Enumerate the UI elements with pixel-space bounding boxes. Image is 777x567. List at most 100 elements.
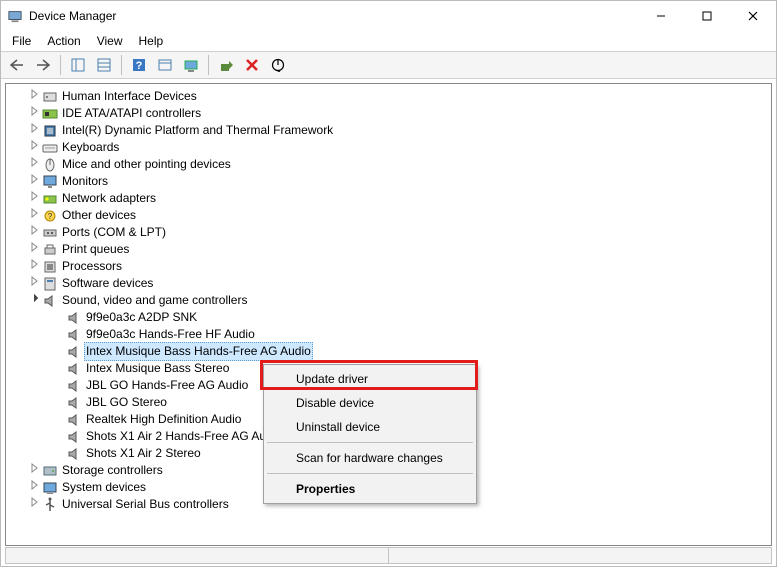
expand-icon[interactable] [26,496,42,513]
tree-device[interactable]: Intex Musique Bass Hands-Free AG Audio [10,343,771,360]
tree-item-label: Universal Serial Bus controllers [60,496,231,513]
menu-view[interactable]: View [90,33,130,49]
network-icon [42,191,58,207]
scan-hardware-button[interactable] [179,54,203,76]
expand-icon[interactable] [26,88,42,105]
tree-category[interactable]: Processors [10,258,771,275]
forward-button[interactable] [31,54,55,76]
speaker-icon [66,395,82,411]
tree-item-label: Shots X1 Air 2 Hands-Free AG Audio [84,428,284,445]
tree-item-label: Software devices [60,275,155,292]
cpu-icon [42,259,58,275]
toolbar-separator [208,55,209,75]
tree-item-label: 9f9e0a3c A2DP SNK [84,309,199,326]
expand-icon[interactable] [26,190,42,207]
printer-icon [42,242,58,258]
speaker-icon [66,344,82,360]
menu-action[interactable]: Action [40,33,87,49]
update-driver-toolbar-button[interactable] [214,54,238,76]
show-hide-console-tree-button[interactable] [66,54,90,76]
context-menu: Update driver Disable device Uninstall d… [263,364,477,504]
tree-item-label: Intex Musique Bass Stereo [84,360,231,377]
collapse-icon[interactable] [26,292,42,309]
tree-item-label: System devices [60,479,148,496]
usb-icon [42,497,58,513]
tree-item-label: Keyboards [60,139,121,156]
port-icon [42,225,58,241]
menu-file[interactable]: File [5,33,38,49]
tree-item-label: Monitors [60,173,110,190]
mouse-icon [42,157,58,173]
menu-help[interactable]: Help [132,33,171,49]
tree-item-label: Ports (COM & LPT) [60,224,168,241]
tree-category[interactable]: Ports (COM & LPT) [10,224,771,241]
uninstall-device-toolbar-button[interactable] [240,54,264,76]
expand-icon[interactable] [26,479,42,496]
speaker-icon [42,293,58,309]
expand-icon[interactable] [26,241,42,258]
maximize-button[interactable] [684,1,730,31]
ctx-separator [267,442,473,443]
expand-icon[interactable] [26,207,42,224]
svg-text:?: ? [48,212,53,221]
tree-category[interactable]: IDE ATA/ATAPI controllers [10,105,771,122]
tree-category[interactable]: Network adapters [10,190,771,207]
speaker-icon [66,412,82,428]
expand-icon[interactable] [26,122,42,139]
expand-icon[interactable] [26,139,42,156]
storage-icon [42,463,58,479]
expand-icon[interactable] [26,156,42,173]
ctx-scan-hardware[interactable]: Scan for hardware changes [266,446,474,470]
chip-icon [42,123,58,139]
speaker-icon [66,327,82,343]
window-controls [638,1,776,31]
disable-device-toolbar-button[interactable] [266,54,290,76]
tree-category[interactable]: Human Interface Devices [10,88,771,105]
tree-item-label: Human Interface Devices [60,88,199,105]
tree-category[interactable]: Print queues [10,241,771,258]
speaker-icon [66,361,82,377]
ctx-disable-device[interactable]: Disable device [266,391,474,415]
tree-device[interactable]: 9f9e0a3c A2DP SNK [10,309,771,326]
expand-icon[interactable] [26,275,42,292]
tree-item-label: JBL GO Hands-Free AG Audio [84,377,250,394]
help-button[interactable]: ? [127,54,151,76]
properties-toolbar-button[interactable] [92,54,116,76]
hid-icon [42,89,58,105]
menubar: File Action View Help [1,31,776,51]
expand-icon[interactable] [26,462,42,479]
ctx-uninstall-device[interactable]: Uninstall device [266,415,474,439]
tree-category[interactable]: Mice and other pointing devices [10,156,771,173]
tree-category-sound[interactable]: Sound, video and game controllers [10,292,771,309]
close-button[interactable] [730,1,776,31]
tree-item-label: Realtek High Definition Audio [84,411,243,428]
ctx-properties[interactable]: Properties [266,477,474,501]
tree-item-label: Storage controllers [60,462,165,479]
system-icon [42,480,58,496]
expand-icon[interactable] [26,258,42,275]
expand-icon[interactable] [26,224,42,241]
tree-category[interactable]: Keyboards [10,139,771,156]
tree-device[interactable]: 9f9e0a3c Hands-Free HF Audio [10,326,771,343]
ctx-separator [267,473,473,474]
expand-icon[interactable] [26,105,42,122]
tree-category[interactable]: Software devices [10,275,771,292]
tree-category[interactable]: ?Other devices [10,207,771,224]
minimize-button[interactable] [638,1,684,31]
expand-icon[interactable] [26,173,42,190]
status-pane-left [6,548,389,563]
action-toolbar-button[interactable] [153,54,177,76]
window-title: Device Manager [29,9,638,23]
ctx-update-driver[interactable]: Update driver [266,367,474,391]
tree-item-label: Intex Musique Bass Hands-Free AG Audio [84,342,313,361]
tree-item-label: Shots X1 Air 2 Stereo [84,445,203,462]
titlebar: Device Manager [1,1,776,31]
tree-category[interactable]: Intel(R) Dynamic Platform and Thermal Fr… [10,122,771,139]
toolbar-separator [60,55,61,75]
statusbar [5,547,772,564]
back-button[interactable] [5,54,29,76]
tree-category[interactable]: Monitors [10,173,771,190]
speaker-icon [66,310,82,326]
toolbar-separator [121,55,122,75]
speaker-icon [66,446,82,462]
